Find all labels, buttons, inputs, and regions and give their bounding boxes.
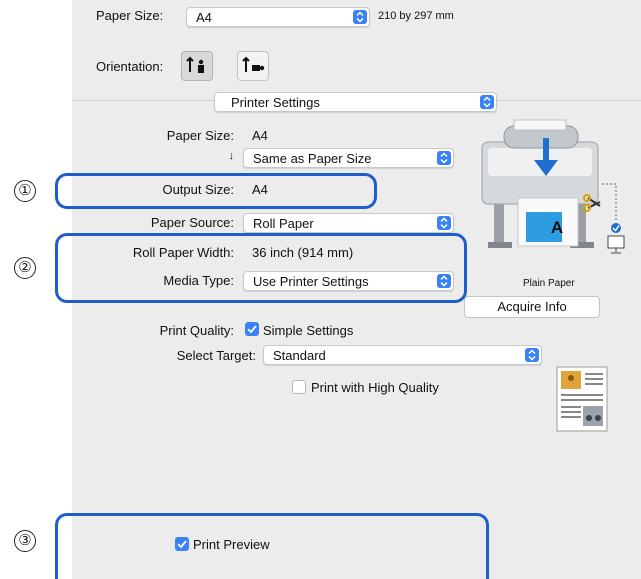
callout-number-1: ①	[14, 180, 36, 202]
scale-value: Same as Paper Size	[253, 151, 372, 166]
callout-3-highlight	[55, 513, 489, 579]
orientation-label: Orientation:	[96, 59, 164, 74]
paper-source-popup[interactable]: Roll Paper	[243, 213, 454, 233]
printer-illustration	[481, 119, 625, 254]
chevron-updown-icon	[480, 95, 494, 109]
callout-1-highlight	[55, 173, 377, 209]
callout-number-3: ③	[14, 530, 36, 552]
document-preview-icon	[556, 366, 608, 432]
chevron-updown-icon	[525, 348, 539, 362]
chevron-updown-icon	[353, 10, 367, 24]
paper-source-value: Roll Paper	[253, 216, 314, 231]
acquire-info-button[interactable]: Acquire Info	[464, 296, 600, 318]
high-quality-checkbox[interactable]	[292, 380, 306, 394]
callout-number-2: ②	[14, 257, 36, 279]
paper-size-label: Paper Size:	[96, 8, 164, 23]
scale-popup[interactable]: Same as Paper Size	[243, 148, 454, 168]
landscape-orientation-button[interactable]	[237, 51, 269, 81]
settings-paper-size-value: A4	[252, 128, 268, 143]
high-quality-label: Print with High Quality	[311, 380, 439, 395]
paper-size-popup[interactable]: A4	[186, 7, 370, 27]
callout-2-highlight	[55, 233, 467, 303]
simple-settings-checkbox[interactable]	[245, 322, 259, 336]
paper-source-label: Paper Source:	[150, 215, 234, 230]
simple-settings-label: Simple Settings	[263, 323, 354, 338]
media-caption: Plain Paper	[523, 278, 575, 289]
portrait-orientation-button[interactable]	[181, 51, 213, 81]
settings-paper-size-label: Paper Size:	[166, 128, 234, 143]
select-target-label: Select Target:	[176, 348, 256, 363]
paper-size-value: A4	[196, 10, 212, 25]
paper-sheet-letter: A	[550, 218, 564, 237]
computer-monitor-icon	[607, 235, 625, 249]
scale-arrow-icon: ↓	[228, 150, 235, 162]
checkmark-icon	[247, 325, 257, 334]
select-target-value: Standard	[273, 348, 326, 363]
paper-dimensions: 210 by 297 mm	[378, 10, 454, 22]
chevron-updown-icon	[437, 216, 451, 230]
select-target-popup[interactable]: Standard	[263, 345, 542, 365]
printer-settings-value: Printer Settings	[231, 95, 320, 110]
landscape-person-icon	[242, 56, 265, 72]
print-quality-label: Print Quality:	[159, 323, 234, 338]
portrait-person-icon	[186, 56, 204, 73]
chevron-updown-icon	[437, 151, 451, 165]
printer-settings-popup[interactable]: Printer Settings	[214, 92, 497, 112]
